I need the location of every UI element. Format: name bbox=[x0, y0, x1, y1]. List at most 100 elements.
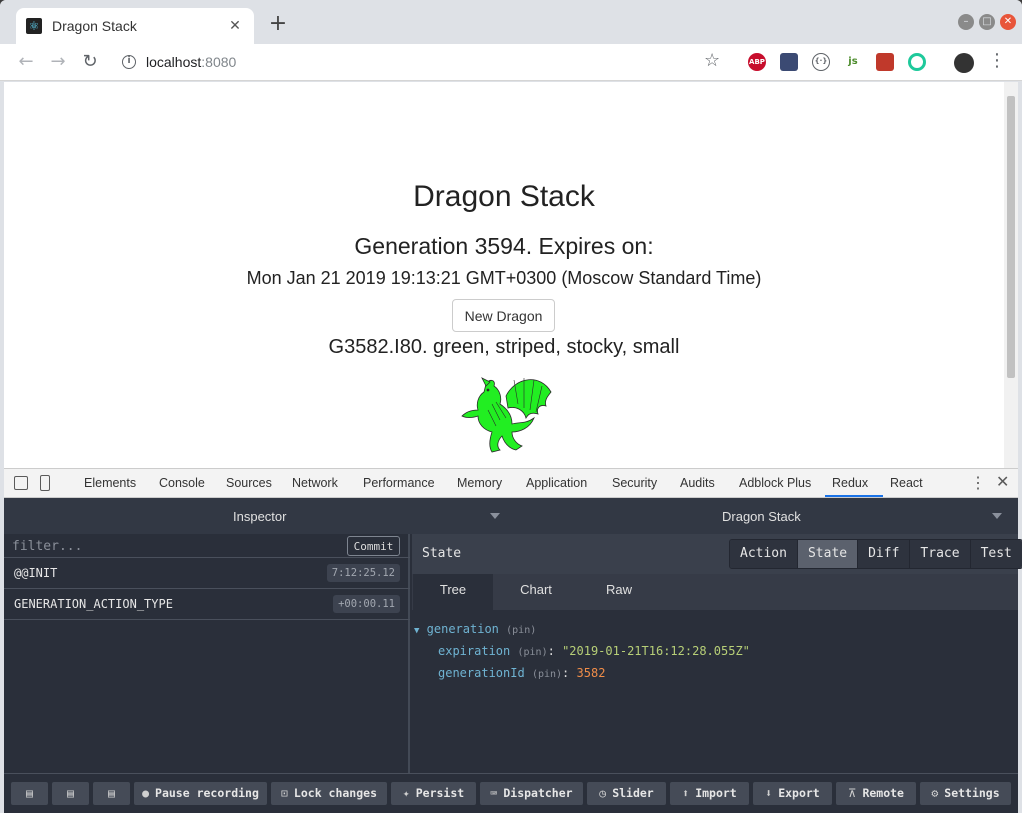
address-bar[interactable]: i localhost:8080 bbox=[108, 48, 728, 76]
monitor-caret-icon[interactable] bbox=[490, 513, 500, 519]
devtools-more-icon[interactable]: ⋮ bbox=[970, 473, 986, 493]
dragon-description: G3582.I80. green, striped, stocky, small bbox=[328, 336, 680, 358]
action-list-item[interactable]: @@INIT 7:12:25.12 bbox=[4, 558, 410, 589]
button-label: Pause recording bbox=[155, 786, 259, 800]
tab-application[interactable]: Application bbox=[526, 476, 587, 490]
react-favicon-icon: ⚛ bbox=[26, 18, 42, 34]
button-label: Import bbox=[695, 786, 737, 800]
mode-diff-button[interactable]: Diff bbox=[858, 540, 911, 568]
mode-test-button[interactable]: Test bbox=[970, 540, 1022, 568]
stopwatch-icon: ◷ bbox=[599, 786, 607, 800]
generation-line: Generation 3594. Expires on: bbox=[354, 233, 654, 259]
mode-trace-button[interactable]: Trace bbox=[910, 540, 971, 568]
new-dragon-button[interactable]: New Dragon bbox=[452, 299, 555, 332]
button-label: Settings bbox=[944, 786, 1000, 800]
pin-link[interactable]: (pin) bbox=[517, 647, 547, 658]
tab-chart[interactable]: Chart bbox=[496, 574, 576, 610]
tree-key: generation bbox=[426, 622, 499, 636]
pause-recording-button[interactable]: ● Pause recording bbox=[134, 782, 267, 805]
monitor-select[interactable]: Inspector bbox=[233, 509, 286, 524]
active-tab-underline bbox=[825, 495, 883, 497]
tab-security[interactable]: Security bbox=[612, 476, 657, 490]
layout-bottom-button[interactable]: ▤ bbox=[93, 782, 130, 805]
window-close-icon[interactable]: ✕ bbox=[1000, 14, 1016, 30]
menu-icon[interactable]: ⋮ bbox=[988, 50, 1006, 71]
tree-node-expiration: expiration (pin): "2019-01-21T16:12:28.0… bbox=[438, 644, 750, 658]
view-tabs: Tree Chart Raw bbox=[412, 574, 1018, 610]
devtools-close-icon[interactable]: ✕ bbox=[996, 472, 1009, 492]
dragon-image bbox=[461, 377, 552, 453]
inspector-header: State Action State Diff Trace Test bbox=[412, 534, 1022, 574]
back-icon[interactable]: ← bbox=[14, 50, 38, 74]
inspect-element-icon[interactable] bbox=[14, 476, 28, 490]
lock-changes-button[interactable]: ⊡ Lock changes bbox=[271, 782, 387, 805]
star-icon[interactable]: ☆ bbox=[704, 50, 720, 71]
download-icon: ⬇ bbox=[765, 786, 773, 800]
expiration-line: Mon Jan 21 2019 19:13:21 GMT+0300 (Mosco… bbox=[246, 268, 762, 288]
pin-link[interactable]: (pin) bbox=[506, 625, 536, 636]
import-button[interactable]: ⬆ Import bbox=[670, 782, 749, 805]
colorpicker-icon[interactable] bbox=[780, 53, 798, 71]
tab-network[interactable]: Network bbox=[292, 476, 338, 490]
settings-button[interactable]: ⚙ Settings bbox=[920, 782, 1011, 805]
instance-caret-icon[interactable] bbox=[992, 513, 1002, 519]
slider-button[interactable]: ◷ Slider bbox=[587, 782, 666, 805]
inspector-mode-tabs: Action State Diff Trace Test bbox=[729, 539, 1022, 569]
remote-button[interactable]: ⊼ Remote bbox=[836, 782, 916, 805]
tab-raw[interactable]: Raw bbox=[579, 574, 659, 610]
js-extension-icon[interactable]: js bbox=[844, 53, 862, 71]
device-toolbar-icon[interactable] bbox=[40, 475, 50, 491]
layout-left-button[interactable]: ▤ bbox=[11, 782, 48, 805]
reload-icon[interactable]: ↻ bbox=[78, 50, 102, 74]
mode-action-button[interactable]: Action bbox=[730, 540, 798, 568]
export-button[interactable]: ⬇ Export bbox=[753, 782, 832, 805]
info-icon[interactable]: i bbox=[122, 55, 136, 69]
commit-button[interactable]: Commit bbox=[347, 536, 400, 556]
devtools-extension-icon[interactable] bbox=[876, 53, 894, 71]
tab-adblock-plus[interactable]: Adblock Plus bbox=[739, 476, 811, 490]
redux-bottom-bar: ▤ ▤ ▤ ● Pause recording ⊡ Lock changes ✦ Pe… bbox=[4, 773, 1018, 813]
layout-right-button[interactable]: ▤ bbox=[52, 782, 89, 805]
tree-node-generation[interactable]: ▼ generation (pin) bbox=[414, 622, 536, 636]
redux-header: Inspector Dragon Stack bbox=[4, 498, 1018, 534]
button-label: Export bbox=[778, 786, 820, 800]
mode-state-button[interactable]: State bbox=[797, 540, 859, 568]
tab-memory[interactable]: Memory bbox=[457, 476, 502, 490]
json-viewer-icon[interactable]: {·} bbox=[812, 53, 830, 71]
pin-link[interactable]: (pin) bbox=[532, 669, 562, 680]
expand-arrow-icon[interactable]: ▼ bbox=[414, 626, 419, 636]
instance-select[interactable]: Dragon Stack bbox=[722, 509, 801, 524]
tab-close-icon[interactable]: ✕ bbox=[226, 18, 244, 34]
url-port: :8080 bbox=[201, 54, 237, 70]
forward-icon[interactable]: → bbox=[46, 50, 70, 74]
avatar[interactable] bbox=[954, 53, 974, 73]
action-list-item[interactable]: GENERATION_ACTION_TYPE +00:00.11 bbox=[4, 589, 410, 620]
react-extension-icon[interactable] bbox=[908, 53, 926, 71]
layout-icon: ▤ bbox=[108, 786, 115, 800]
tab-react[interactable]: React bbox=[890, 476, 923, 490]
new-tab-button[interactable]: + bbox=[268, 12, 288, 36]
tab-console[interactable]: Console bbox=[159, 476, 205, 490]
scroll-thumb[interactable] bbox=[1007, 96, 1015, 378]
tab-audits[interactable]: Audits bbox=[680, 476, 715, 490]
browser-tab[interactable]: ⚛ Dragon Stack ✕ bbox=[16, 8, 254, 44]
dispatcher-button[interactable]: ⌨ Dispatcher bbox=[480, 782, 583, 805]
tab-redux[interactable]: Redux bbox=[832, 476, 868, 490]
action-time: +00:00.11 bbox=[333, 595, 400, 613]
tab-title: Dragon Stack bbox=[52, 18, 137, 34]
tab-tree[interactable]: Tree bbox=[413, 574, 493, 610]
page-scrollbar[interactable] bbox=[1004, 82, 1018, 468]
tree-value: 3582 bbox=[576, 666, 606, 680]
action-list-pane: Commit @@INIT 7:12:25.12 GENERATION_ACTI… bbox=[4, 534, 410, 773]
tab-performance[interactable]: Performance bbox=[363, 476, 435, 490]
inspector-pane: State Action State Diff Trace Test Tree … bbox=[412, 534, 1022, 773]
maximize-icon[interactable]: □ bbox=[979, 14, 995, 30]
adblock-plus-icon[interactable]: ABP bbox=[748, 53, 766, 71]
tab-sources[interactable]: Sources bbox=[226, 476, 272, 490]
minimize-icon[interactable]: – bbox=[958, 14, 974, 30]
persist-button[interactable]: ✦ Persist bbox=[391, 782, 476, 805]
button-label: Dispatcher bbox=[503, 786, 573, 800]
filter-input[interactable] bbox=[12, 537, 332, 555]
upload-icon: ⬆ bbox=[682, 786, 690, 800]
tab-elements[interactable]: Elements bbox=[84, 476, 136, 490]
